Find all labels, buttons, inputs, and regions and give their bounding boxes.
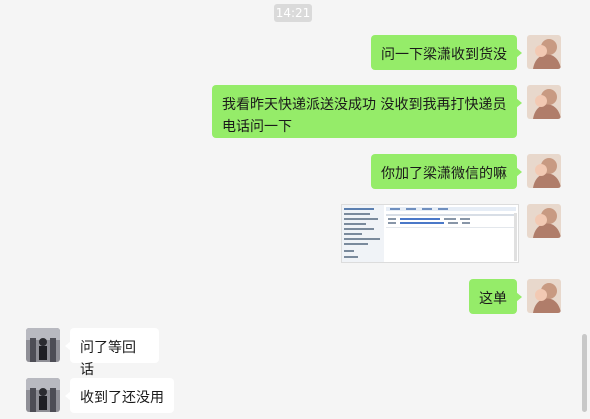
avatar-self[interactable] [527,154,561,188]
scrollbar[interactable] [582,334,587,412]
message-bubble[interactable]: 问了等回话 [65,328,159,378]
avatar-self[interactable] [527,35,561,69]
avatar-contact[interactable] [26,378,60,412]
timestamp: 14:21 [274,4,312,22]
message-bubble[interactable]: 问一下梁潇收到货没 [371,35,522,70]
message-bubble[interactable]: 这单 [469,279,522,314]
avatar-contact[interactable] [26,328,60,362]
avatar-self[interactable] [527,279,561,313]
message-bubble[interactable]: 收到了还没用 [65,378,174,413]
avatar-self[interactable] [527,204,561,238]
message-bubble[interactable]: 我看昨天快递派送没成功 没收到我再打快递员电话问一下 [212,85,522,138]
avatar-self[interactable] [527,85,561,119]
image-message-thumbnail[interactable] [341,204,519,263]
message-bubble[interactable]: 你加了梁潇微信的嘛 [371,154,522,189]
